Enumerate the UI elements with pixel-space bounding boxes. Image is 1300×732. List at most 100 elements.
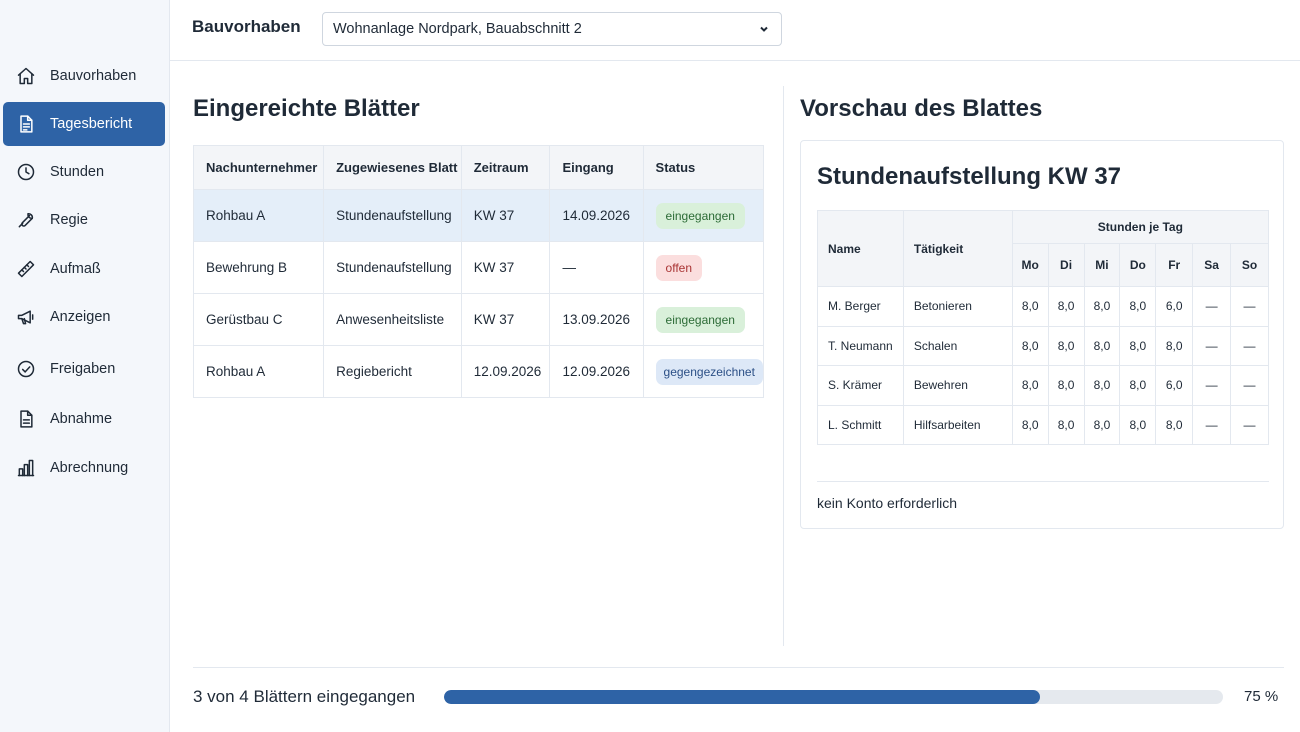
bar-chart-icon (16, 458, 36, 478)
hours-cell: 8,0 (1047, 404, 1085, 445)
day-header: Mi (1083, 243, 1121, 287)
column-header[interactable]: Eingang (549, 145, 644, 190)
hours-cell: 8,0 (1119, 325, 1157, 366)
sidebar-item-label: Abrechnung (50, 460, 129, 476)
progress-bar (444, 690, 1223, 704)
sidebar-item-abrechnung[interactable]: Abrechnung (3, 446, 165, 490)
column-group-header: Stunden je Tag (1011, 210, 1270, 244)
panel-divider (783, 86, 784, 646)
status-cell: gegengezeichnet (643, 345, 765, 398)
hours-cell: — (1192, 365, 1232, 406)
wrench-icon (16, 210, 36, 230)
clock-icon (16, 162, 36, 182)
column-header: Name (817, 210, 904, 287)
hours-cell: 8,0 (1047, 325, 1085, 366)
worker-name: T. Neumann (817, 325, 904, 366)
sidebar-item-label: Bauvorhaben (50, 68, 137, 84)
hours-cell: 6,0 (1155, 286, 1194, 327)
table-row: S. Krämer Bewehren 8,0 8,0 8,0 8,0 6,0 —… (817, 365, 1269, 406)
table-row[interactable]: Rohbau A Stundenaufstellung KW 37 14.09.… (193, 189, 765, 242)
table-row: L. Schmitt Hilfsarbeiten 8,0 8,0 8,0 8,0… (817, 404, 1269, 445)
contractor-cell: Rohbau A (193, 345, 325, 398)
hours-cell: 8,0 (1083, 404, 1121, 445)
sidebar-item-freigaben[interactable]: Freigaben (3, 347, 165, 391)
progress-fill (444, 690, 1040, 704)
day-header: Di (1047, 243, 1085, 287)
status-badge: eingegangen (655, 202, 745, 229)
day-header: Fr (1155, 243, 1194, 287)
day-header: Do (1119, 243, 1157, 287)
column-header: Tätigkeit (902, 210, 1013, 287)
sidebar-item-label: Aufmaß (50, 261, 101, 277)
hours-table-header: Name Tätigkeit Stunden je Tag (817, 210, 1270, 287)
sheet-cell: Regiebericht (323, 345, 462, 398)
worker-activity: Bewehren (902, 365, 1013, 406)
progress-text: 3 von 4 Blättern eingegangen (193, 687, 416, 706)
sidebar-item-label: Regie (50, 212, 88, 228)
contractor-cell: Gerüstbau C (193, 293, 325, 346)
hours-cell: 8,0 (1011, 325, 1049, 366)
preview-document-title: Stundenaufstellung KW 37 (817, 163, 1122, 190)
sidebar-item-tagesbericht[interactable]: Tagesbericht (3, 102, 165, 146)
check-circle-icon (16, 359, 36, 379)
period-cell: 12.09.2026 (461, 345, 551, 398)
project-select[interactable]: Wohnanlage Nordpark, Bauabschnitt 2 (322, 12, 782, 46)
header: Bauvorhaben Wohnanlage Nordpark, Bauabsc… (170, 0, 1300, 61)
status-cell: offen (643, 241, 765, 294)
status-badge: eingegangen (655, 306, 745, 333)
worker-activity: Hilfsarbeiten (902, 404, 1013, 445)
sheet-cell: Stundenaufstellung (323, 189, 462, 242)
received-cell: 12.09.2026 (549, 345, 644, 398)
hours-cell: 8,0 (1119, 365, 1157, 406)
sidebar: Bauvorhaben Tagesbericht Stunden Regie A… (0, 0, 170, 732)
hours-cell: 8,0 (1155, 325, 1194, 366)
received-cell: 13.09.2026 (549, 293, 644, 346)
hours-cell: — (1192, 325, 1232, 366)
table-row: T. Neumann Schalen 8,0 8,0 8,0 8,0 8,0 —… (817, 325, 1269, 366)
hours-cell: — (1230, 365, 1269, 406)
hours-cell: — (1230, 325, 1269, 366)
hours-cell: 8,0 (1011, 286, 1049, 327)
sidebar-item-aufmass[interactable]: Aufmaß (3, 247, 165, 291)
sidebar-item-stunden[interactable]: Stunden (3, 150, 165, 194)
day-header: Mo (1011, 243, 1049, 287)
sidebar-item-regie[interactable]: Regie (3, 198, 165, 242)
sidebar-item-label: Tagesbericht (50, 116, 133, 132)
day-header: Sa (1192, 243, 1232, 287)
table-row[interactable]: Rohbau A Regiebericht 12.09.2026 12.09.2… (193, 345, 765, 398)
chevron-down-icon (757, 22, 771, 36)
hours-cell: 8,0 (1083, 325, 1121, 366)
home-icon (16, 66, 36, 86)
received-cell: — (549, 241, 644, 294)
document-icon (16, 114, 36, 134)
table-row[interactable]: Bewehrung B Stundenaufstellung KW 37 — o… (193, 241, 765, 294)
hours-cell: 8,0 (1083, 286, 1121, 327)
preview-divider (817, 481, 1269, 482)
hours-cell: — (1192, 286, 1232, 327)
hours-cell: 8,0 (1119, 404, 1157, 445)
hours-cell: 8,0 (1047, 365, 1085, 406)
project-select-value: Wohnanlage Nordpark, Bauabschnitt 2 (333, 21, 582, 37)
sidebar-item-abnahme[interactable]: Abnahme (3, 397, 165, 441)
megaphone-icon (16, 307, 36, 327)
worker-activity: Schalen (902, 325, 1013, 366)
worker-activity: Betonieren (902, 286, 1013, 327)
sidebar-item-bauvorhaben[interactable]: Bauvorhaben (3, 54, 165, 98)
preview-title: Vorschau des Blattes (800, 95, 1043, 122)
period-cell: KW 37 (461, 241, 551, 294)
column-header[interactable]: Zugewiesenes Blatt (323, 145, 462, 190)
preview-note: kein Konto erforderlich (817, 495, 958, 511)
sidebar-item-anzeigen[interactable]: Anzeigen (3, 295, 165, 339)
sidebar-item-label: Stunden (50, 164, 105, 180)
contractor-cell: Rohbau A (193, 189, 325, 242)
column-header[interactable]: Nachunternehmer (193, 145, 325, 190)
hours-cell: 8,0 (1155, 404, 1194, 445)
progress-percent: 75 % (1244, 688, 1279, 705)
period-cell: KW 37 (461, 293, 551, 346)
hours-cell: 8,0 (1011, 365, 1049, 406)
table-row[interactable]: Gerüstbau C Anwesenheitsliste KW 37 13.0… (193, 293, 765, 346)
column-header[interactable]: Zeitraum (461, 145, 551, 190)
file-icon (16, 409, 36, 429)
column-header[interactable]: Status (643, 145, 765, 190)
hours-cell: 6,0 (1155, 365, 1194, 406)
